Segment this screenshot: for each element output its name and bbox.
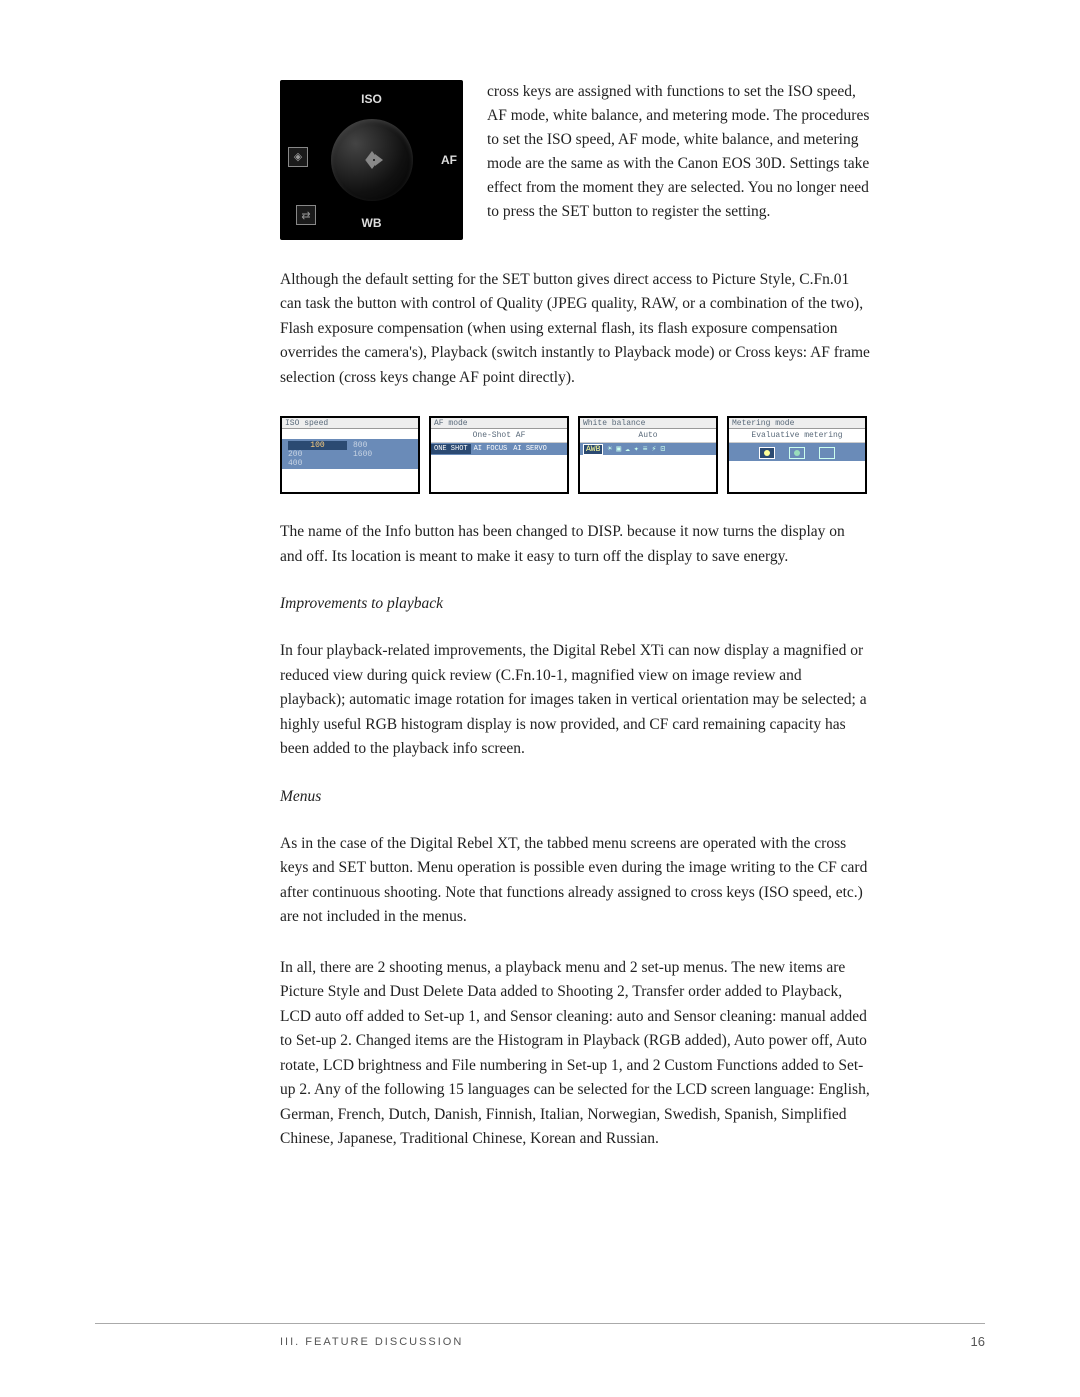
wb-tungsten-icon: ✦ bbox=[634, 444, 639, 454]
menu-wb-options: AWB ☀ ▣ ☁ ✦ ≡ ⚡ ⊡ bbox=[580, 443, 716, 455]
iso-value: 200 bbox=[288, 450, 347, 459]
af-opt: AI FOCUS bbox=[471, 445, 511, 453]
wb-shade-icon: ▣ bbox=[616, 444, 621, 454]
menu-wb-sub: Auto bbox=[580, 429, 716, 443]
footer-section-title: III. FEATURE DISCUSSION bbox=[280, 1336, 463, 1348]
paragraph-menus-2: In all, there are 2 shooting menus, a pl… bbox=[280, 956, 870, 1152]
af-opt-selected: ONE SHOT bbox=[431, 444, 471, 454]
iso-value: 800 bbox=[353, 441, 412, 450]
footer-page-number: 16 bbox=[971, 1334, 985, 1349]
paragraph-set-button: Although the default setting for the SET… bbox=[280, 268, 870, 390]
metering-evaluative-icon bbox=[759, 447, 775, 459]
menu-iso-title: ISO speed bbox=[282, 418, 418, 429]
wb-fluor-icon: ≡ bbox=[643, 445, 648, 454]
iso-value: 400 bbox=[288, 459, 347, 468]
menu-wb: White balance Auto AWB ☀ ▣ ☁ ✦ ≡ ⚡ ⊡ bbox=[578, 416, 718, 494]
intro-paragraph: cross keys are assigned with functions t… bbox=[487, 80, 870, 224]
menu-af-options: ONE SHOT AI FOCUS AI SERVO bbox=[431, 443, 567, 455]
dial-center bbox=[331, 119, 413, 201]
menu-af-sub: One-Shot AF bbox=[431, 429, 567, 443]
paragraph-disp: The name of the Info button has been cha… bbox=[280, 520, 870, 569]
bracket-icon: ◈ bbox=[288, 147, 308, 167]
menu-af-title: AF mode bbox=[431, 418, 567, 429]
af-opt: AI SERVO bbox=[510, 445, 550, 453]
wb-cloud-icon: ☁ bbox=[625, 444, 630, 454]
page-content: ISO AF WB ◈ ⇄ cross keys are assigned wi… bbox=[280, 80, 870, 1152]
menu-af: AF mode One-Shot AF ONE SHOT AI FOCUS AI… bbox=[429, 416, 569, 494]
camera-label-wb: WB bbox=[362, 216, 382, 230]
menu-metering-sub: Evaluative metering bbox=[729, 429, 865, 443]
transfer-icon: ⇄ bbox=[296, 205, 316, 225]
wb-custom-icon: ⊡ bbox=[660, 444, 665, 454]
wb-flash-icon: ⚡ bbox=[652, 444, 657, 454]
paragraph-playback: In four playback-related improvements, t… bbox=[280, 639, 870, 761]
metering-partial-icon bbox=[789, 447, 805, 459]
iso-value: 1600 bbox=[353, 450, 412, 459]
menu-metering: Metering mode Evaluative metering bbox=[727, 416, 867, 494]
metering-center-icon bbox=[819, 447, 835, 459]
wb-opt-selected: AWB bbox=[583, 444, 603, 455]
heading-playback: Improvements to playback bbox=[280, 595, 870, 613]
menu-metering-title: Metering mode bbox=[729, 418, 865, 429]
menu-iso: ISO speed 100 800 200 1600 400 bbox=[280, 416, 420, 494]
intro-block: ISO AF WB ◈ ⇄ cross keys are assigned wi… bbox=[280, 80, 870, 240]
paragraph-menus-1: As in the case of the Digital Rebel XT, … bbox=[280, 832, 870, 930]
camera-label-iso: ISO bbox=[361, 92, 382, 106]
menu-screenshots-row: ISO speed 100 800 200 1600 400 AF mode O… bbox=[280, 416, 870, 494]
iso-value-selected: 100 bbox=[288, 441, 347, 450]
camera-label-af: AF bbox=[441, 153, 457, 167]
arrow-left-icon bbox=[365, 154, 373, 166]
menu-wb-title: White balance bbox=[580, 418, 716, 429]
menu-metering-options bbox=[729, 443, 865, 461]
iso-value bbox=[353, 459, 412, 468]
wb-sun-icon: ☀ bbox=[607, 444, 612, 454]
page-footer: III. FEATURE DISCUSSION 16 bbox=[95, 1323, 985, 1349]
heading-menus: Menus bbox=[280, 788, 870, 806]
menu-iso-values: 100 800 200 1600 400 bbox=[282, 439, 418, 469]
arrow-right-icon bbox=[375, 154, 383, 166]
camera-dial-image: ISO AF WB ◈ ⇄ bbox=[280, 80, 463, 240]
